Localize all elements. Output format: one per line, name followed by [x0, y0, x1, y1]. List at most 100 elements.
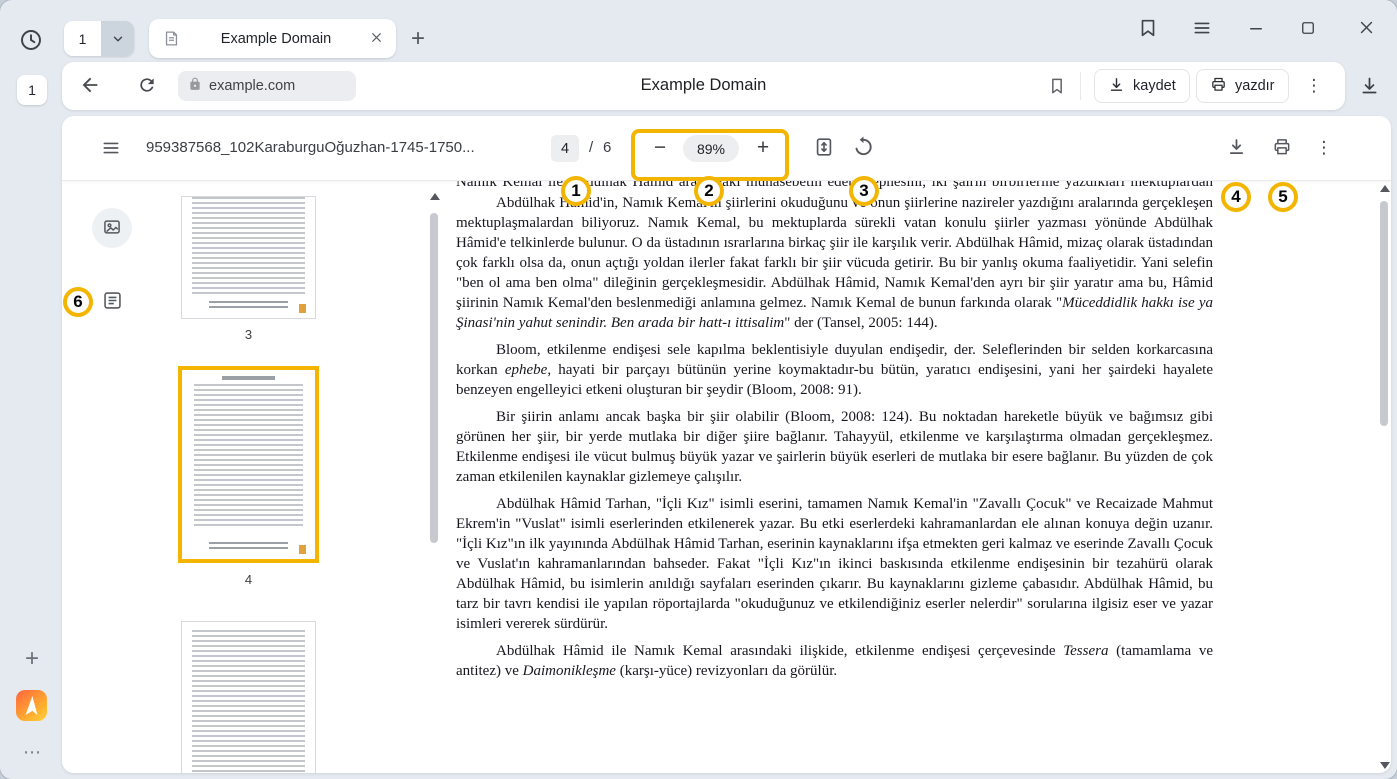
pdf-italic-term: Daimonikleşme — [523, 663, 616, 679]
pdf-paragraph-4: Abdülhak Hâmid Tarhan, "İçli Kız" isimli… — [456, 494, 1213, 634]
reload-icon — [137, 75, 157, 98]
bookmark-panel-icon — [1137, 17, 1159, 42]
pdf-italic-term: ephebe — [505, 362, 547, 378]
zoom-level[interactable]: 89% — [683, 135, 739, 162]
lock-icon — [188, 77, 202, 95]
scroll-down-icon[interactable] — [1380, 762, 1390, 769]
tab-group-control[interactable]: 1 — [64, 21, 134, 56]
thumbnail-panel: 3 4 — [62, 181, 442, 773]
tab-close-button[interactable] — [364, 27, 388, 51]
menu-icon — [1192, 18, 1212, 41]
close-icon — [1358, 19, 1375, 39]
close-icon — [370, 31, 383, 47]
outline-view-button[interactable] — [100, 290, 124, 314]
download-tray-icon — [1359, 75, 1380, 99]
rotate-ccw-icon — [852, 135, 875, 161]
rail-new-tab-button[interactable]: + — [17, 644, 47, 674]
page-total: 6 — [603, 139, 611, 156]
image-icon — [102, 217, 122, 240]
pdf-viewer: 959387568_102KaraburguOğuzhan-1745-1750.… — [62, 116, 1391, 773]
print-button[interactable]: yazdır — [1196, 69, 1289, 103]
thumbnail-content — [194, 384, 303, 527]
maximize-icon — [1299, 19, 1317, 40]
logo-sail-shape — [23, 696, 40, 715]
side-panel-button[interactable] — [1135, 16, 1161, 42]
thumbnail-logo-mark — [299, 304, 306, 313]
pdf-paragraph-3: Bir şiirin anlamı ancak başka bir şiir o… — [456, 407, 1213, 487]
tab-title: Example Domain — [188, 31, 364, 47]
thumbnail-page-3[interactable] — [181, 196, 316, 319]
outline-list-icon — [102, 290, 123, 314]
new-tab-button[interactable]: + — [403, 24, 433, 54]
pdf-page: Namık Kemal ile Abdülhak Hâmid arasındak… — [442, 181, 1378, 773]
page-separator: / — [589, 139, 593, 156]
thumbnail-view-button[interactable] — [92, 208, 132, 248]
thumbnail-label-4: 4 — [181, 572, 316, 587]
save-button[interactable]: kaydet — [1094, 69, 1190, 103]
pdf-download-button[interactable] — [1220, 132, 1252, 164]
url-text: example.com — [209, 78, 295, 94]
fit-page-button[interactable] — [808, 132, 840, 164]
pdf-paragraph-5: Abdülhak Hâmid ile Namık Kemal arasındak… — [456, 641, 1213, 681]
download-icon — [1226, 136, 1247, 160]
pdf-menu-button[interactable] — [98, 136, 124, 162]
scrollbar-thumb[interactable] — [1380, 201, 1388, 426]
download-icon — [1108, 76, 1125, 97]
tab-group-count[interactable]: 1 — [64, 21, 101, 56]
pdf-paragraph-2: Bloom, etkilenme endişesi sele kapılma b… — [456, 340, 1213, 400]
minimize-button[interactable] — [1245, 17, 1267, 41]
thumbnail-page-4-selected[interactable] — [178, 366, 319, 563]
scrollbar-thumb[interactable] — [430, 213, 438, 543]
page-title: Example Domain — [641, 76, 767, 95]
rail-menu-button[interactable]: ⋯ — [18, 742, 46, 762]
save-label: kaydet — [1133, 78, 1176, 94]
reload-button[interactable] — [134, 73, 160, 99]
chevron-down-icon[interactable] — [101, 21, 134, 56]
clock-icon — [18, 27, 44, 56]
scroll-up-icon[interactable] — [1380, 185, 1390, 192]
thumbnail-label-3: 3 — [181, 327, 316, 342]
url-box[interactable]: example.com — [178, 71, 356, 101]
tab-counter-badge[interactable]: 1 — [17, 75, 47, 105]
browser-window: 1 Example Domain + — [0, 0, 1397, 779]
fit-page-icon — [813, 136, 835, 161]
thumbnail-footer — [209, 301, 289, 311]
thumbnail-page-5[interactable] — [181, 621, 316, 773]
pdf-text-block: Namık Kemal ile Abdülhak Hâmid arasındak… — [456, 181, 1213, 688]
pdf-print-button[interactable] — [1266, 132, 1298, 164]
thumbnail-heading — [222, 376, 275, 380]
tab-example-domain[interactable]: Example Domain — [149, 19, 396, 58]
thumbnail-logo-mark — [299, 545, 306, 554]
page-number-input[interactable]: 4 — [551, 135, 579, 162]
thumbnail-footer — [209, 542, 289, 552]
pdf-italic-term: Tessera — [1063, 643, 1108, 659]
back-arrow-icon — [79, 74, 101, 99]
zoom-in-button[interactable]: + — [746, 131, 780, 165]
zoom-out-button[interactable]: − — [643, 131, 677, 165]
toolbar-divider — [1080, 72, 1081, 100]
thumbnail-scrollbar[interactable] — [428, 193, 441, 763]
pdf-toolbar: 959387568_102KaraburguOğuzhan-1745-1750.… — [62, 116, 1391, 181]
history-button[interactable] — [16, 26, 46, 56]
print-label: yazdır — [1235, 78, 1275, 94]
minimize-icon — [1247, 19, 1265, 40]
menu-icon — [101, 138, 121, 161]
bookmark-button[interactable] — [1044, 74, 1070, 100]
pdf-more-button[interactable]: ⋮ — [1310, 132, 1338, 164]
scroll-up-icon[interactable] — [430, 193, 440, 200]
pdf-partial-line: Namık Kemal ile Abdülhak Hâmid arasındak… — [456, 181, 1213, 193]
content-scrollbar[interactable] — [1378, 181, 1391, 773]
downloads-button[interactable] — [1354, 72, 1384, 102]
window-close-button[interactable] — [1355, 17, 1377, 41]
rotate-button[interactable] — [847, 132, 879, 164]
page-actions-menu-button[interactable]: ⋮ — [1300, 71, 1328, 101]
thumbnail-content — [192, 630, 305, 773]
pdf-paragraph-1: Abdülhak Hâmid'in, Namık Kemal'ın şiirle… — [456, 193, 1213, 333]
browser-logo-icon[interactable] — [16, 690, 47, 721]
document-icon — [163, 30, 180, 47]
printer-icon — [1272, 137, 1292, 160]
address-bar: example.com Example Domain kaydet yazdır… — [62, 62, 1345, 110]
browser-menu-button[interactable] — [1190, 17, 1214, 41]
maximize-button[interactable] — [1297, 17, 1319, 41]
back-button[interactable] — [77, 73, 103, 99]
